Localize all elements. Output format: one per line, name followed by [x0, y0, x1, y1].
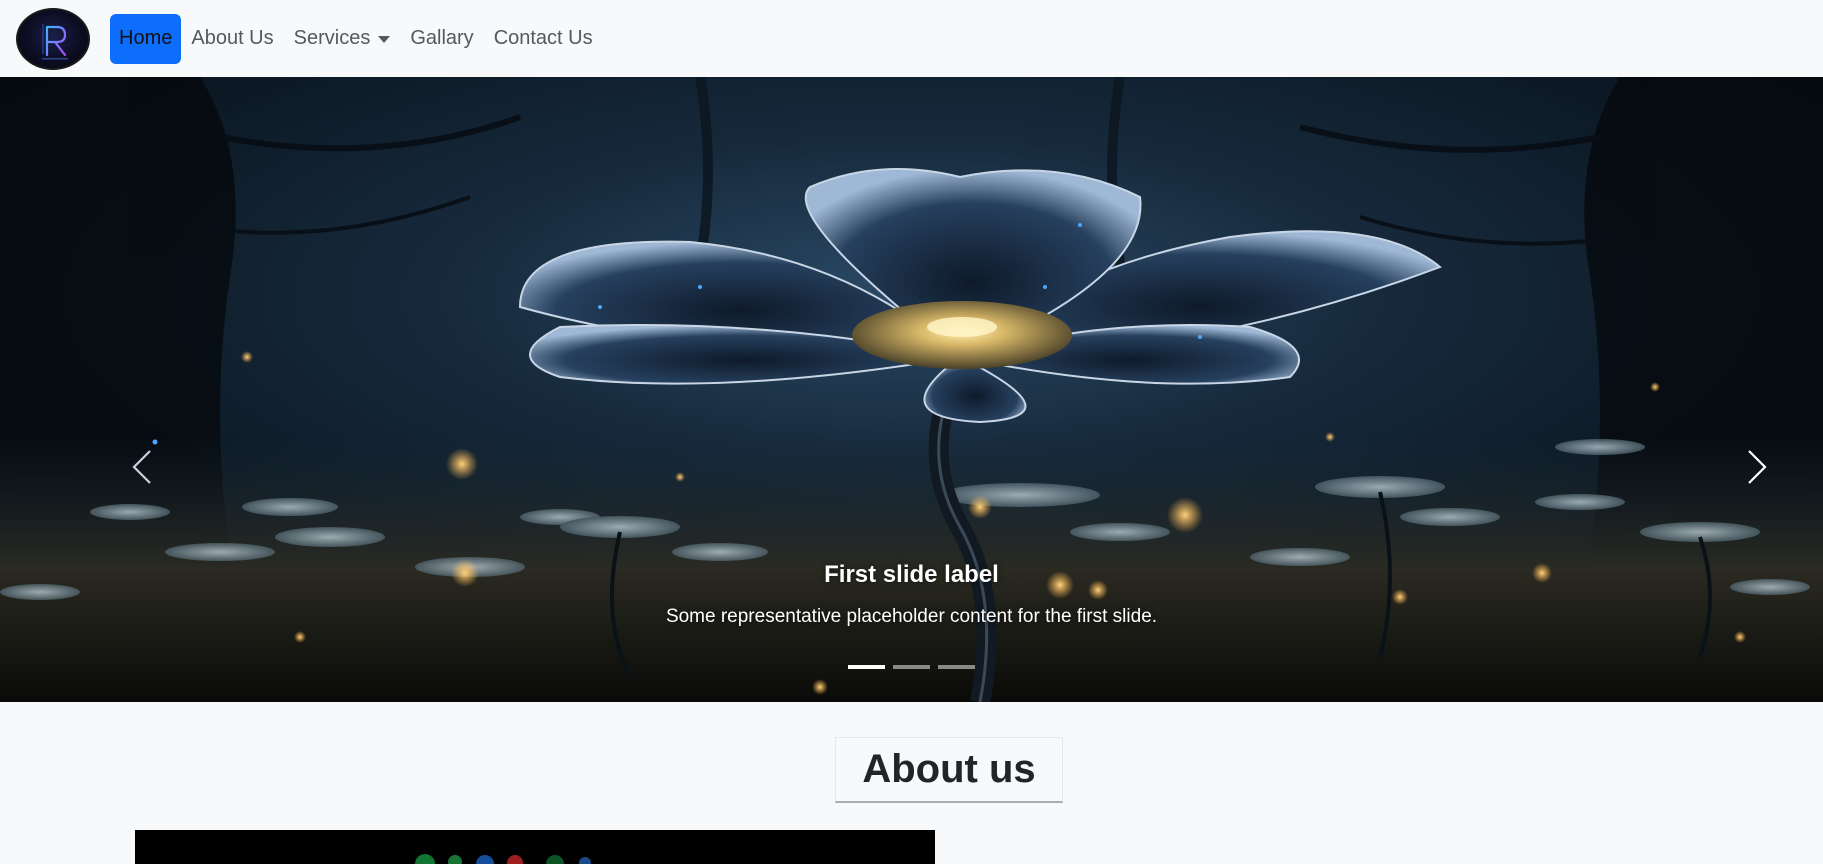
carousel-indicator-2[interactable] — [893, 665, 930, 669]
caption-title: First slide label — [824, 561, 999, 588]
nav-item-home[interactable]: Home — [110, 13, 182, 64]
about-heading-box: About us — [835, 737, 1063, 803]
brand-logo[interactable] — [16, 7, 90, 70]
nav-item-label: About Us — [191, 27, 274, 49]
hero-carousel: First slide label Some representative pl… — [0, 77, 1823, 702]
caret-down-icon — [378, 36, 391, 43]
carousel-next-button[interactable] — [1737, 437, 1777, 497]
nav-item-label: Home — [119, 27, 173, 49]
carousel-indicator-1[interactable] — [848, 665, 885, 669]
navbar: Home About Us Services Gallary Contact U… — [0, 0, 1823, 77]
nav-item-about-us[interactable]: About Us — [181, 14, 283, 64]
caption-text: Some representative placeholder content … — [665, 606, 1158, 627]
nav-item-label: Services — [293, 27, 371, 49]
nav-item-label: Gallary — [410, 27, 474, 49]
about-image — [135, 830, 935, 864]
carousel-prev-button[interactable] — [122, 437, 162, 497]
carousel-indicators — [0, 665, 1823, 669]
about-heading: About us — [862, 747, 1036, 791]
nav-item-services[interactable]: Services — [284, 14, 401, 64]
carousel-indicator-3[interactable] — [938, 665, 975, 669]
chevron-right-icon — [1748, 450, 1767, 484]
nav-item-contact-us[interactable]: Contact Us — [484, 14, 603, 64]
nav-item-label: Contact Us — [493, 27, 593, 49]
nav-list: Home About Us Services Gallary Contact U… — [110, 0, 603, 77]
chevron-left-icon — [132, 450, 151, 484]
nav-item-gallary[interactable]: Gallary — [400, 14, 483, 64]
